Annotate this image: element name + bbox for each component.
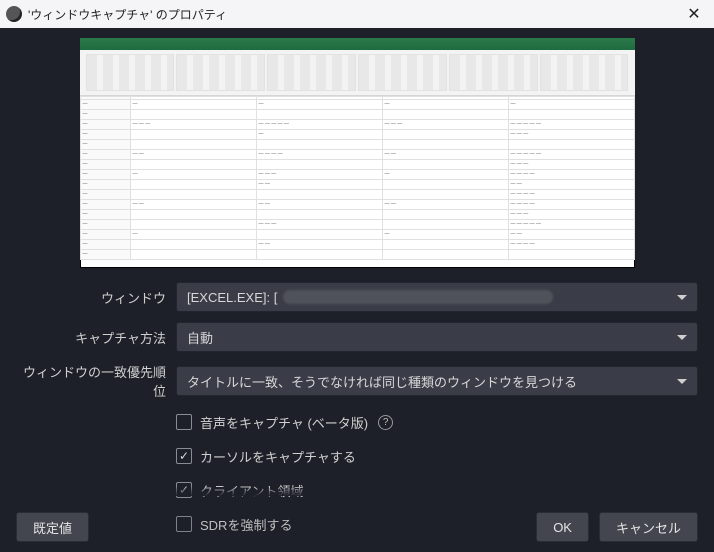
- app-icon: [6, 6, 22, 22]
- dialog-footer: 既定値 OK キャンセル: [16, 512, 698, 542]
- redacted-text: [283, 290, 553, 304]
- properties-form: ウィンドウ [EXCEL.EXE]: [ キャプチャ方法 自動 ウィンドウの一致…: [16, 282, 698, 536]
- help-icon[interactable]: ?: [378, 415, 393, 430]
- cursor-capture-checkbox[interactable]: [176, 448, 192, 464]
- chevron-down-icon: [677, 379, 687, 384]
- window-label: ウィンドウ: [16, 288, 166, 307]
- client-area-label: クライアント領域: [200, 481, 303, 500]
- defaults-button[interactable]: 既定値: [16, 512, 89, 542]
- audio-capture-checkbox[interactable]: [176, 414, 192, 430]
- window-title: 'ウィンドウキャプチャ' のプロパティ: [28, 6, 227, 23]
- cancel-button[interactable]: キャンセル: [599, 512, 698, 542]
- close-icon[interactable]: ✕: [680, 2, 708, 26]
- match-priority-label: ウィンドウの一致優先順位: [16, 362, 166, 400]
- capture-method-value: 自動: [187, 328, 213, 347]
- window-select[interactable]: [EXCEL.EXE]: [: [176, 282, 698, 312]
- capture-method-select[interactable]: 自動: [176, 322, 698, 352]
- client-area-checkbox[interactable]: [176, 482, 192, 498]
- cursor-capture-label: カーソルをキャプチャする: [200, 447, 356, 466]
- ok-button[interactable]: OK: [536, 512, 589, 542]
- match-priority-select[interactable]: タイトルに一致、そうでなければ同じ種類のウィンドウを見つける: [176, 366, 698, 396]
- capture-method-label: キャプチャ方法: [16, 328, 166, 347]
- match-priority-value: タイトルに一致、そうでなければ同じ種類のウィンドウを見つける: [187, 372, 577, 391]
- window-select-value: [EXCEL.EXE]: [: [187, 290, 277, 305]
- titlebar: 'ウィンドウキャプチャ' のプロパティ ✕: [0, 0, 714, 28]
- chevron-down-icon: [677, 295, 687, 300]
- preview-thumbnail: ————— — —— — —— — — — —— — —— — — — — ——…: [80, 38, 635, 268]
- chevron-down-icon: [677, 335, 687, 340]
- audio-capture-label: 音声をキャプチャ (ベータ版): [200, 413, 368, 432]
